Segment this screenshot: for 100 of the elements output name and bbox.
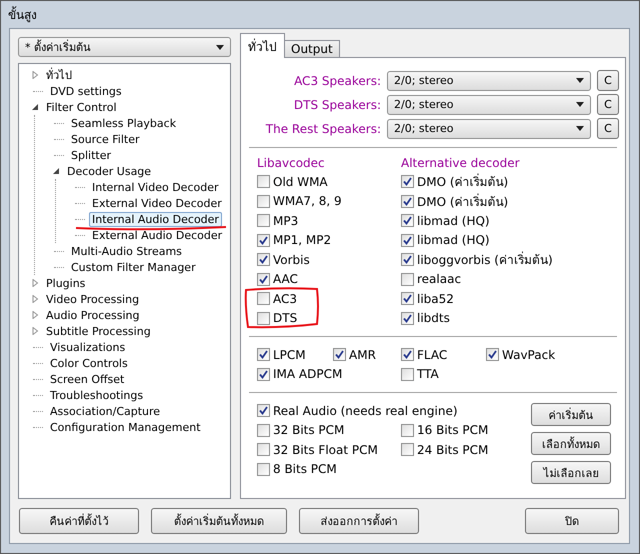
check-icon [403,236,412,245]
checkbox[interactable]: Vorbis [257,250,401,270]
speakers-label: AC3 Speakers: [293,74,381,88]
check-icon [259,406,268,416]
checkbox[interactable]: DTS [257,308,401,328]
tree-item[interactable]: Visualizations [47,340,128,354]
footer-button[interactable]: ส่งออกการตั้งค่า [299,508,419,534]
check-icon [403,314,412,323]
tree-item[interactable]: Subtitle Processing [43,324,154,338]
pcm-button[interactable]: เลือกทั้งหมด [531,432,611,455]
checkbox[interactable]: WMA7, 8, 9 [257,192,401,211]
preset-dropdown[interactable]: * ตั้งค่าเริ่มต้น [18,37,231,57]
check-icon [403,350,412,360]
expand-icon[interactable] [31,279,39,287]
checkbox[interactable]: libmad (HQ) [401,211,601,230]
tree-item[interactable]: Video Processing [43,292,142,306]
checkbox[interactable]: libdts [401,308,601,328]
tree-item[interactable]: Troubleshootings [47,388,146,402]
checkbox[interactable]: 24 Bits PCM [401,440,531,460]
checkbox[interactable]: realaac [401,270,601,289]
reset-button[interactable]: C [597,94,619,115]
checkbox[interactable]: WavPack [486,345,566,364]
checkbox[interactable]: AMR [333,345,401,364]
tree-item[interactable]: Association/Capture [47,404,164,418]
footer-button[interactable]: คืนค่าที่ตั้งไว้ [19,508,139,534]
checkbox[interactable]: 8 Bits PCM [257,460,531,479]
reset-button[interactable]: C [597,70,619,91]
expand-icon[interactable] [31,71,39,79]
speakers-dropdown[interactable]: 2/0; stereo [387,70,591,90]
tree-item[interactable]: Configuration Management [47,420,204,434]
expand-icon[interactable] [31,311,39,319]
expand-icon[interactable] [31,295,39,303]
footer-button[interactable]: ตั้งค่าเริ่มต้นทั้งหมด [151,508,287,534]
tree-item[interactable]: Plugins [43,276,88,290]
footer-button[interactable]: ปิด [525,508,619,534]
checkbox[interactable]: AAC [257,270,401,289]
collapse-icon[interactable] [31,103,39,111]
expand-icon[interactable] [31,327,39,335]
tree-item[interactable]: External Video Decoder [89,196,225,210]
check-icon [259,255,268,264]
check-icon [259,236,268,245]
check-icon [403,216,412,226]
tree-item[interactable]: Audio Processing [43,308,142,322]
check-icon [403,177,412,186]
pcm-button[interactable]: ไม่เลือกเลย [531,461,611,484]
tree-item[interactable]: Color Controls [47,356,131,370]
speakers-label: DTS Speakers: [292,98,381,112]
checkbox[interactable]: TTA [401,364,566,384]
checkbox[interactable]: liboggvorbis (ค่าเริ่มต้น) [401,250,601,270]
checkbox[interactable]: MP3 [257,211,401,230]
collapse-icon[interactable] [52,167,60,175]
checkbox[interactable]: AC3 [257,289,401,308]
reset-button[interactable]: C [597,118,619,139]
check-icon [335,350,344,360]
checkbox[interactable]: IMA ADPCM [257,364,401,384]
tab[interactable]: ทั่วไป [240,33,285,58]
check-icon [488,350,497,360]
tree-item[interactable]: Internal Video Decoder [89,180,222,194]
checkbox[interactable]: DMO (ค่าเริ่มต้น) [401,192,601,211]
tree-item[interactable]: Splitter [68,148,114,162]
tree-item[interactable]: ทั่วไป [43,68,75,82]
tree-item[interactable]: Seamless Playback [68,116,180,130]
checkbox[interactable]: 16 Bits PCM [401,420,531,440]
tree-item[interactable]: Decoder Usage [64,164,154,178]
checkbox[interactable]: DMO (ค่าเริ่มต้น) [401,172,601,192]
caret-icon [576,102,584,107]
tree-item[interactable]: Screen Offset [47,372,128,386]
section-title: Libavcodec [257,156,326,170]
checkbox[interactable]: Real Audio (needs real engine) [257,401,531,420]
tree-item[interactable]: Multi-Audio Streams [68,244,185,258]
speakers-label: The Rest Speakers: [264,122,381,136]
checkbox[interactable]: liba52 [401,289,601,308]
check-icon [403,294,412,304]
checkbox[interactable]: MP1, MP2 [257,230,401,250]
checkbox[interactable]: libmad (HQ) [401,230,601,250]
checkbox[interactable]: Old WMA [257,172,401,192]
check-icon [259,350,268,360]
tree-item[interactable]: Source Filter [68,132,143,146]
check-icon [259,274,268,284]
tree-item[interactable]: Filter Control [43,100,120,114]
pcm-button[interactable]: ค่าเริ่มต้น [531,403,611,426]
checkbox[interactable]: LPCM [257,345,333,364]
check-icon [259,370,268,379]
speakers-dropdown[interactable]: 2/0; stereo [387,94,591,114]
section-title: Alternative decoder [401,156,521,170]
checkbox[interactable]: 32 Bits PCM [257,420,401,440]
caret-icon [576,126,584,131]
checkbox[interactable]: 32 Bits Float PCM [257,440,401,460]
window-title: ขั้นสูง [8,5,37,24]
caret-icon [216,44,224,50]
tab[interactable]: Output [284,40,340,57]
caret-icon [576,78,584,83]
check-icon [403,196,412,206]
tree-item[interactable]: Custom Filter Manager [68,260,199,274]
tree-item[interactable]: DVD settings [47,84,125,98]
speakers-dropdown[interactable]: 2/0; stereo [387,118,591,138]
check-icon [403,255,412,264]
tree-item[interactable]: External Audio Decoder [89,228,226,242]
checkbox[interactable]: FLAC [401,345,486,364]
tree-item[interactable]: Internal Audio Decoder [89,212,222,226]
